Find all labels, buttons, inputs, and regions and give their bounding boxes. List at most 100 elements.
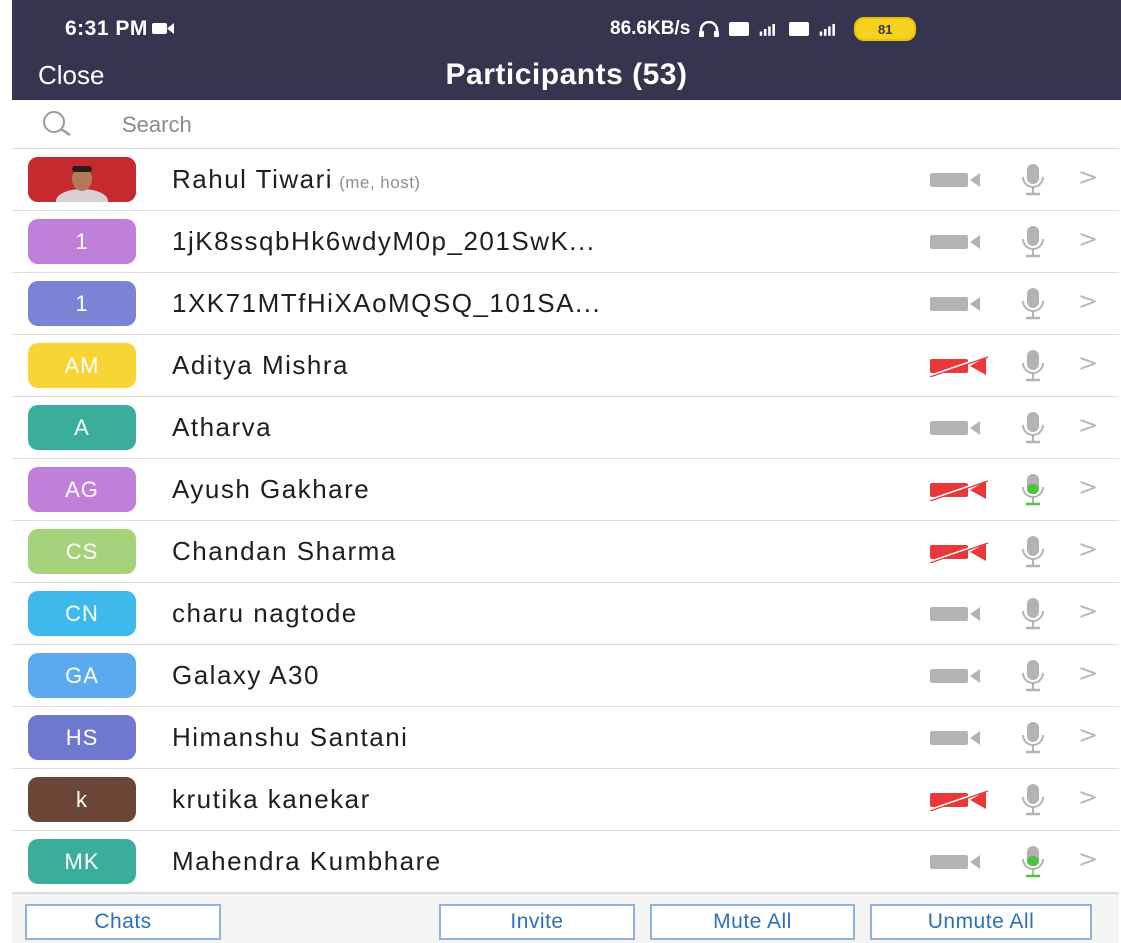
mic-active-icon — [1022, 846, 1044, 878]
participant-name-text: Galaxy A30 — [172, 660, 320, 690]
participant-name: 1jK8ssqbHk6wdyM0p_201SwK... — [172, 226, 595, 257]
avatar: A — [28, 405, 136, 450]
video-off-icon — [929, 355, 989, 377]
mic-icon — [1022, 288, 1044, 320]
participant-row[interactable]: HS Himanshu Santani > — [12, 707, 1119, 769]
video-on-icon — [930, 669, 980, 683]
avatar: HS — [28, 715, 136, 760]
participant-row[interactable]: MK Mahendra Kumbhare > — [12, 831, 1119, 893]
network-speed: 86.6KB/s — [610, 18, 691, 39]
avatar: 1 — [28, 219, 136, 264]
status-indicators: 86.6KB/s 81 — [610, 17, 917, 41]
chevron-right-icon[interactable]: > — [1078, 163, 1098, 191]
video-on-icon — [930, 297, 980, 311]
screen-record-icon — [152, 23, 174, 34]
video-on-icon — [930, 607, 980, 621]
participant-name: Himanshu Santani — [172, 722, 408, 753]
page-title: Participants (53) — [445, 58, 688, 91]
avatar: CN — [28, 591, 136, 636]
avatar: k — [28, 777, 136, 822]
chevron-right-icon[interactable]: > — [1078, 225, 1098, 253]
participant-row[interactable]: GA Galaxy A30 > — [12, 645, 1119, 707]
mic-icon — [1022, 536, 1044, 568]
video-off-icon — [929, 479, 989, 501]
avatar: 1 — [28, 281, 136, 326]
status-bar: 6:31 PM 86.6KB/s 81 — [12, 0, 1121, 54]
chevron-right-icon[interactable]: > — [1078, 411, 1098, 439]
mic-icon — [1022, 164, 1044, 196]
video-on-icon — [930, 731, 980, 745]
mic-icon — [1022, 784, 1044, 816]
volte-icon — [729, 22, 750, 36]
bottom-toolbar: Chats Invite Mute All Unmute All — [12, 893, 1119, 943]
participant-row[interactable]: AG Ayush Gakhare > — [12, 459, 1119, 521]
participant-name: Rahul Tiwari (me, host) — [172, 164, 421, 195]
participant-name: Aditya Mishra — [172, 350, 349, 381]
avatar: MK — [28, 839, 136, 884]
chevron-right-icon[interactable]: > — [1078, 597, 1098, 625]
avatar: CS — [28, 529, 136, 574]
participant-name: krutika kanekar — [172, 784, 371, 815]
participant-row[interactable]: CN charu nagtode > — [12, 583, 1119, 645]
video-on-icon — [930, 235, 980, 249]
participant-row[interactable]: k krutika kanekar > — [12, 769, 1119, 831]
volte-icon-2 — [789, 22, 810, 36]
unmute-all-button[interactable]: Unmute All — [870, 904, 1092, 940]
chevron-right-icon[interactable]: > — [1078, 473, 1098, 501]
participant-list: Rahul Tiwari (me, host) >1 1jK8ssqbHk6wdyM0… — [12, 149, 1119, 893]
chevron-right-icon[interactable]: > — [1078, 287, 1098, 315]
participant-name-text: Rahul Tiwari — [172, 164, 334, 194]
participant-name: 1XK71MTfHiXAoMQSQ_101SA... — [172, 288, 601, 319]
search-icon — [43, 111, 71, 137]
participant-row[interactable]: Rahul Tiwari (me, host) > — [12, 149, 1119, 211]
mute-all-button[interactable]: Mute All — [650, 904, 855, 940]
signal-strength-icon-2 — [819, 23, 836, 36]
invite-button[interactable]: Invite — [439, 904, 635, 940]
chevron-right-icon[interactable]: > — [1078, 535, 1098, 563]
chevron-right-icon[interactable]: > — [1078, 845, 1098, 873]
mic-icon — [1022, 350, 1044, 382]
participant-name: Ayush Gakhare — [172, 474, 370, 505]
video-on-icon — [930, 421, 980, 435]
mic-active-icon — [1022, 474, 1044, 506]
avatar: AM — [28, 343, 136, 388]
participant-name-text: charu nagtode — [172, 598, 358, 628]
video-off-icon — [929, 541, 989, 563]
signal-strength-icon — [759, 23, 776, 36]
participant-name: Galaxy A30 — [172, 660, 320, 691]
participant-name-text: Ayush Gakhare — [172, 474, 371, 504]
participant-row[interactable]: 1 1jK8ssqbHk6wdyM0p_201SwK... > — [12, 211, 1119, 273]
chats-button[interactable]: Chats — [25, 904, 221, 940]
participant-row[interactable]: 1 1XK71MTfHiXAoMQSQ_101SA... > — [12, 273, 1119, 335]
participant-name: Chandan Sharma — [172, 536, 397, 567]
participant-role: (me, host) — [339, 173, 421, 192]
avatar-photo — [28, 157, 136, 202]
chevron-right-icon[interactable]: > — [1078, 659, 1098, 687]
participant-name: charu nagtode — [172, 598, 358, 629]
participant-row[interactable]: AM Aditya Mishra > — [12, 335, 1119, 397]
video-off-icon — [929, 789, 989, 811]
participant-name: Atharva — [172, 412, 272, 443]
participant-name-text: Chandan Sharma — [172, 536, 397, 566]
participant-row[interactable]: CS Chandan Sharma > — [12, 521, 1119, 583]
participant-name-text: Atharva — [172, 412, 273, 442]
chevron-right-icon[interactable]: > — [1078, 783, 1098, 811]
video-on-icon — [930, 855, 980, 869]
search-input[interactable] — [120, 109, 724, 141]
participant-row[interactable]: A Atharva > — [12, 397, 1119, 459]
top-header: 6:31 PM 86.6KB/s 81 Close Participants (… — [12, 0, 1121, 100]
participant-name-text: Himanshu Santani — [172, 722, 409, 752]
headphones-icon — [699, 21, 720, 37]
mic-icon — [1022, 722, 1044, 754]
mic-icon — [1022, 660, 1044, 692]
participant-name-text: krutika kanekar — [172, 784, 371, 814]
participant-name-text: Aditya Mishra — [172, 350, 349, 380]
chevron-right-icon[interactable]: > — [1078, 349, 1098, 377]
search-bar — [12, 100, 1119, 149]
chevron-right-icon[interactable]: > — [1078, 721, 1098, 749]
participant-name-text: 1XK71MTfHiXAoMQSQ_101SA... — [172, 288, 602, 318]
participant-name-text: Mahendra Kumbhare — [172, 846, 442, 876]
mic-icon — [1022, 598, 1044, 630]
avatar: GA — [28, 653, 136, 698]
battery-icon: 81 — [854, 17, 917, 41]
